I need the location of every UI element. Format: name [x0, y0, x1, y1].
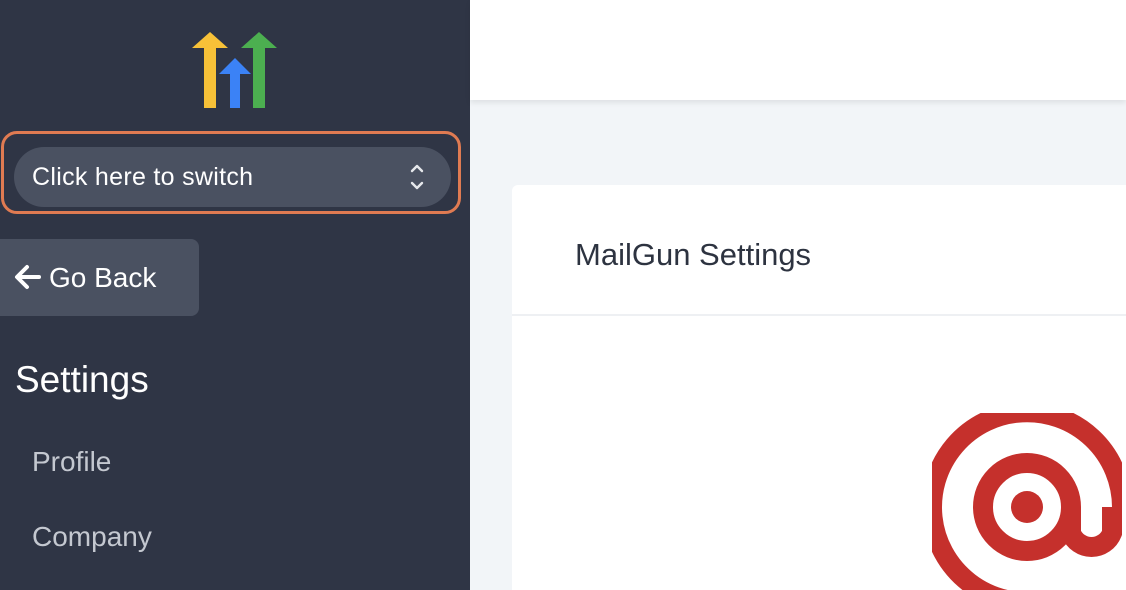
account-switcher[interactable]: Click here to switch	[14, 147, 451, 207]
arrow-left-icon	[15, 265, 41, 289]
card-title: MailGun Settings	[575, 237, 812, 272]
mailgun-logo-icon	[932, 413, 1122, 590]
app-window: Click here to switch Go Back Settings Pr…	[0, 0, 1126, 590]
switcher-label: Click here to switch	[32, 163, 254, 191]
sidebar-item-company[interactable]: Company	[32, 517, 152, 557]
highlevel-logo-icon[interactable]	[192, 32, 278, 110]
sidebar-item-profile[interactable]: Profile	[32, 442, 111, 482]
go-back-button[interactable]: Go Back	[0, 239, 199, 316]
mailgun-settings-card: MailGun Settings	[512, 185, 1126, 590]
sidebar: Click here to switch Go Back Settings Pr…	[0, 0, 470, 590]
chevron-up-down-icon	[410, 164, 424, 190]
go-back-label: Go Back	[49, 262, 157, 293]
section-title: Settings	[15, 359, 149, 400]
top-bar	[470, 0, 1126, 100]
card-header: MailGun Settings	[512, 185, 1126, 316]
